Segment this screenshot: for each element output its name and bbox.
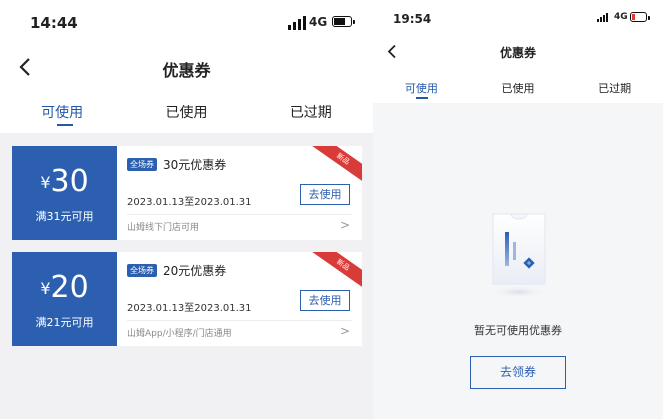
coupon-list: ¥30 满31元可用 全场券 30元优惠券 2023.01.13至2023.01… bbox=[0, 133, 373, 419]
screen-empty-coupons: 19:54 4G 优惠券 可使用 已使用 已过期 暂无可使用优惠券 去领券 bbox=[373, 0, 663, 419]
coupon-scope: 山姆线下门店可用 bbox=[127, 223, 200, 233]
new-ribbon: 新品 bbox=[310, 252, 362, 291]
coupon-amount: ¥20 bbox=[40, 270, 89, 305]
coupon-value-stub: ¥30 满31元可用 bbox=[8, 146, 117, 240]
active-tab-indicator bbox=[416, 97, 428, 99]
coupon-card: ¥30 满31元可用 全场券 30元优惠券 2023.01.13至2023.01… bbox=[8, 146, 362, 240]
empty-state: 暂无可使用优惠券 去领券 bbox=[373, 103, 663, 419]
empty-coupon-illustration bbox=[491, 213, 547, 298]
screen-available-coupons: 14:44 4G 优惠券 可使用 已使用 已过期 ¥30 满31元可用 全场券 bbox=[0, 0, 373, 419]
divider bbox=[127, 320, 352, 321]
coupon-badge: 全场券 bbox=[127, 264, 157, 277]
battery-icon bbox=[630, 12, 650, 22]
coupon-scope: 山姆App/小程序/门店通用 bbox=[127, 329, 232, 339]
status-bar: 14:44 4G bbox=[0, 0, 373, 40]
chevron-right-icon[interactable]: > bbox=[340, 218, 350, 232]
tab-used[interactable]: 已使用 bbox=[124, 102, 248, 122]
coupon-info: 全场券 20元优惠券 2023.01.13至2023.01.31 去使用 山姆A… bbox=[117, 252, 362, 346]
status-time: 19:54 bbox=[393, 12, 432, 26]
network-label: 4G bbox=[309, 15, 328, 29]
coupon-value-stub: ¥20 满21元可用 bbox=[8, 252, 117, 346]
tab-expired[interactable]: 已过期 bbox=[249, 102, 373, 122]
coupon-dates: 2023.01.13至2023.01.31 bbox=[127, 303, 252, 314]
tab-available[interactable]: 可使用 bbox=[373, 80, 470, 96]
coupon-condition: 满21元可用 bbox=[35, 316, 94, 329]
coupon-amount: ¥30 bbox=[40, 164, 89, 199]
status-time: 14:44 bbox=[30, 14, 78, 32]
divider bbox=[127, 214, 352, 215]
coupon-badge: 全场券 bbox=[127, 158, 157, 171]
network-label: 4G bbox=[614, 12, 628, 22]
claim-coupon-button[interactable]: 去领券 bbox=[470, 356, 566, 389]
tab-available[interactable]: 可使用 bbox=[0, 102, 124, 122]
use-coupon-button[interactable]: 去使用 bbox=[300, 290, 350, 311]
active-tab-indicator bbox=[57, 124, 73, 126]
use-coupon-button[interactable]: 去使用 bbox=[300, 184, 350, 205]
signal-icon bbox=[597, 13, 608, 22]
coupon-info: 全场券 30元优惠券 2023.01.13至2023.01.31 去使用 山姆线… bbox=[117, 146, 362, 240]
page-title: 优惠券 bbox=[162, 61, 211, 80]
coupon-card: ¥20 满21元可用 全场券 20元优惠券 2023.01.13至2023.01… bbox=[8, 252, 362, 346]
coupon-dates: 2023.01.13至2023.01.31 bbox=[127, 197, 252, 208]
page-title: 优惠券 bbox=[499, 46, 536, 60]
signal-icon bbox=[288, 16, 306, 30]
tab-expired[interactable]: 已过期 bbox=[566, 80, 663, 96]
tab-bar: 可使用 已使用 已过期 bbox=[0, 102, 373, 122]
tab-bar: 可使用 已使用 已过期 bbox=[373, 80, 663, 96]
tab-used[interactable]: 已使用 bbox=[470, 80, 567, 96]
coupon-name: 20元优惠券 bbox=[163, 264, 227, 278]
coupon-condition: 满31元可用 bbox=[35, 210, 94, 223]
status-bar: 19:54 4G bbox=[373, 0, 663, 40]
coupon-name: 30元优惠券 bbox=[163, 158, 227, 172]
chevron-right-icon[interactable]: > bbox=[340, 324, 350, 338]
empty-message: 暂无可使用优惠券 bbox=[474, 324, 562, 337]
battery-icon bbox=[332, 16, 355, 27]
new-ribbon: 新品 bbox=[310, 146, 362, 185]
